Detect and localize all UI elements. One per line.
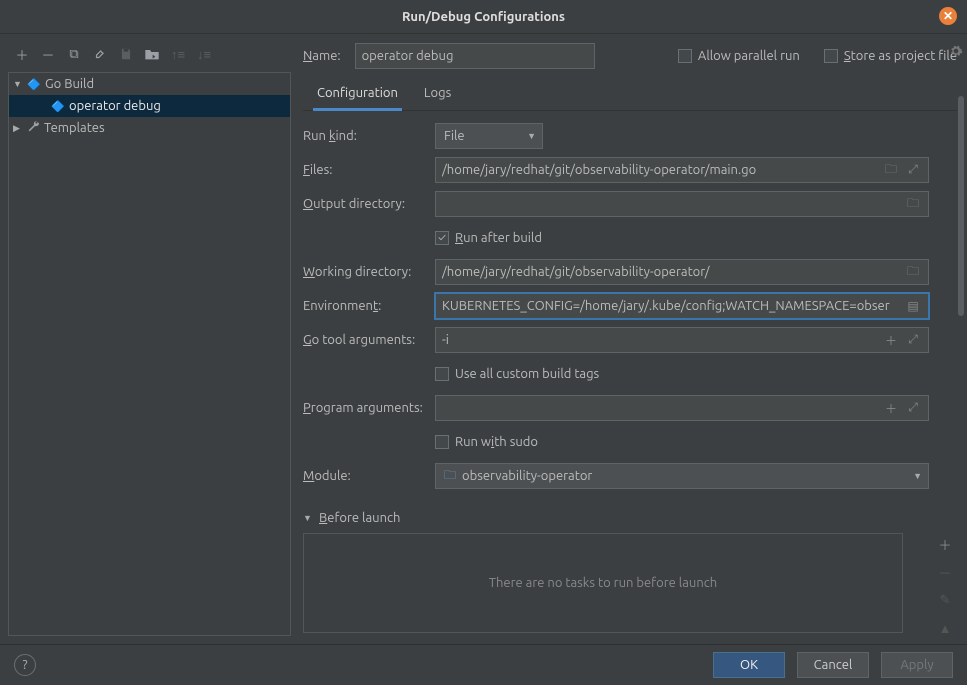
wrench-icon [27,120,40,136]
checkbox-icon [678,49,692,63]
environment-value: KUBERNETES_CONFIG=/home/jary/.kube/confi… [442,299,900,313]
before-launch-buttons: ＋ － ✎ ▲ [935,533,955,637]
window-title: Run/Debug Configurations [402,10,565,24]
working-dir-input[interactable]: /home/jary/redhat/git/observability-oper… [435,259,929,285]
sidebar-toolbar: ＋ － ⧉ ↑≡ ↓≡ [8,42,291,72]
add-task-button[interactable]: ＋ [935,533,955,555]
run-with-sudo-checkbox[interactable]: Run with sudo [435,435,538,449]
config-tree[interactable]: ▼ 🔷 Go Build 🔷 operator debug ▶ Template… [8,72,291,636]
use-custom-tags-checkbox[interactable]: Use all custom build tags [435,367,599,381]
chevron-down-icon: ▼ [527,131,536,141]
add-icon[interactable]: ＋ [882,332,900,349]
cancel-button[interactable]: Cancel [797,652,869,678]
tree-node-go-build[interactable]: ▼ 🔷 Go Build [9,73,290,95]
use-custom-tags-label: Use all custom build tags [455,367,599,381]
go-tool-args-value: -i [442,333,878,347]
add-icon[interactable]: ＋ [14,46,30,62]
go-bug-icon: 🔷 [51,99,65,113]
edit-defaults-icon[interactable] [92,46,108,62]
footer: ? OK Cancel Apply [0,644,967,685]
before-launch-list[interactable]: There are no tasks to run before launch [303,533,903,633]
allow-parallel-checkbox[interactable]: Allow parallel run [678,49,800,63]
tree-label: Templates [44,121,105,135]
chevron-down-icon: ▼ [913,471,922,481]
name-label: ame: [312,49,340,63]
name-input[interactable] [355,43,595,69]
expand-icon[interactable]: ⤢ [904,400,922,417]
scrollbar[interactable] [957,94,965,644]
save-config-icon [118,46,134,62]
expand-icon[interactable]: ⤢ [904,332,922,349]
folder-icon[interactable]: 🗀 [882,160,900,181]
output-dir-input[interactable]: 🗀 [435,191,929,217]
expand-icon[interactable]: ⤢ [904,160,922,181]
edit-task-button: ✎ [935,589,955,611]
working-dir-value: /home/jary/redhat/git/observability-oper… [442,265,900,279]
ok-button[interactable]: OK [713,652,785,678]
program-args-input[interactable]: ＋ ⤢ [435,395,929,421]
sidebar: ＋ － ⧉ ↑≡ ↓≡ ▼ 🔷 Go Build 🔷 [0,34,295,644]
chevron-right-icon: ▶ [13,123,23,134]
run-kind-value: File [444,129,465,143]
store-as-project-checkbox[interactable]: Store as project file [824,49,957,63]
go-bug-icon: 🔷 [27,77,41,91]
module-select[interactable]: 🗀 observability-operator ▼ [435,463,929,489]
gear-icon[interactable] [949,44,963,61]
add-icon[interactable]: ＋ [882,400,900,417]
go-tool-args-input[interactable]: -i ＋ ⤢ [435,327,929,353]
files-value: /home/jary/redhat/git/observability-oper… [442,163,878,177]
list-icon[interactable]: ▤ [904,299,922,313]
sort-up-icon: ↑≡ [170,46,186,62]
tree-label: Go Build [45,77,94,91]
content-panel: Name: Allow parallel run Store as projec… [295,34,967,644]
copy-icon[interactable]: ⧉ [66,46,82,62]
folder-icon[interactable]: 🗀 [904,262,922,283]
folder-icon[interactable]: 🗀 [904,194,922,215]
move-up-button: ▲ [935,617,955,637]
tree-node-templates[interactable]: ▶ Templates [9,117,290,139]
checkbox-icon [435,367,449,381]
tab-configuration[interactable]: Configuration [313,80,402,111]
before-launch-header[interactable]: ▼ Before launch [303,511,929,525]
before-launch-empty: There are no tasks to run before launch [489,576,717,590]
checkbox-icon [824,49,838,63]
sort-down-icon: ↓≡ [196,46,212,62]
checkbox-icon [435,231,449,245]
module-folder-icon: 🗀 [444,466,456,487]
run-kind-select[interactable]: File ▼ [435,123,543,149]
remove-task-button: － [935,561,955,583]
tree-node-operator-debug[interactable]: 🔷 operator debug [9,95,290,117]
module-value: observability-operator [462,469,592,483]
allow-parallel-label: Allow parallel run [698,49,800,63]
title-bar: Run/Debug Configurations ✕ [0,0,967,34]
scrollbar-thumb[interactable] [958,96,964,316]
move-to-folder-icon[interactable] [144,46,160,62]
files-input[interactable]: /home/jary/redhat/git/observability-oper… [435,157,929,183]
chevron-down-icon: ▼ [303,513,313,523]
run-after-build-checkbox[interactable]: Run after build [435,231,542,245]
store-label: tore as project file [851,49,957,63]
remove-icon[interactable]: － [40,46,56,62]
chevron-down-icon: ▼ [13,79,23,89]
tree-label: operator debug [69,99,161,113]
checkbox-icon [435,435,449,449]
help-button[interactable]: ? [14,654,36,676]
close-button[interactable]: ✕ [939,7,957,25]
tab-logs[interactable]: Logs [420,80,455,110]
apply-button[interactable]: Apply [881,652,953,678]
environment-input[interactable]: KUBERNETES_CONFIG=/home/jary/.kube/confi… [435,293,929,319]
tabs: Configuration Logs [303,80,957,111]
